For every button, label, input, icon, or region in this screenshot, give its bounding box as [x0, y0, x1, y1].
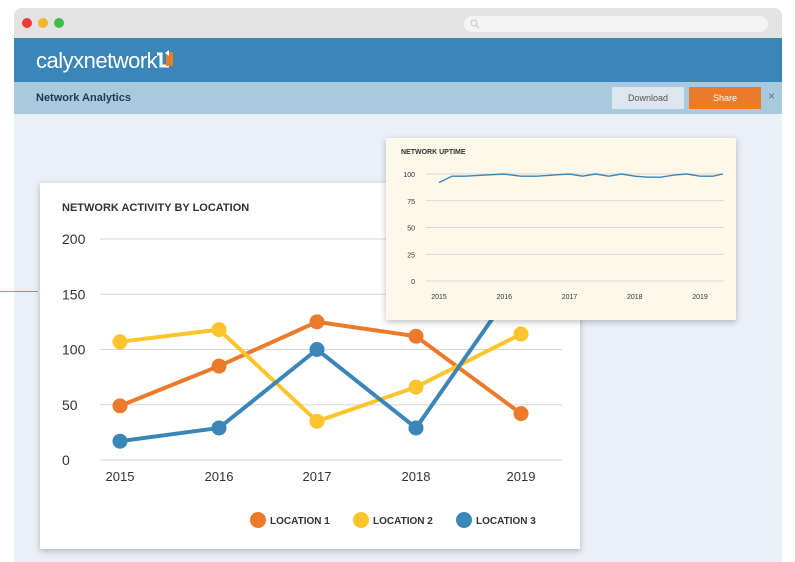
legend-marker: [250, 512, 266, 528]
address-bar[interactable]: [464, 16, 768, 32]
download-button[interactable]: Download: [612, 87, 684, 109]
y-tick-label: 0: [62, 452, 70, 468]
data-point: [309, 413, 325, 429]
y-tick-label: 100: [62, 342, 86, 358]
y-tick-label: 150: [62, 286, 86, 302]
data-point: [513, 326, 529, 342]
x-tick-label: 2018: [402, 469, 431, 484]
x-tick-label: 2018: [627, 294, 643, 301]
data-point: [211, 420, 227, 436]
legend-label: LOCATION 1: [270, 516, 330, 527]
data-point: [309, 342, 325, 357]
search-icon: [470, 19, 480, 29]
data-point: [112, 398, 128, 414]
y-tick-label: 75: [407, 199, 415, 206]
x-tick-label: 2015: [106, 469, 135, 484]
x-tick-label: 2017: [303, 469, 332, 484]
uptime-chart: 0 25 50 75 100 2015 2016 2017 2018 2019: [403, 172, 724, 301]
legend-label: LOCATION 3: [476, 516, 536, 527]
x-tick-label: 2019: [692, 294, 708, 301]
data-point: [112, 433, 128, 449]
minimize-window-button[interactable]: [38, 18, 48, 28]
x-tick-label: 2019: [507, 469, 536, 484]
legend-marker: [353, 512, 369, 528]
uptime-line: [438, 173, 723, 184]
y-tick-label: 0: [411, 279, 415, 286]
title-bar: [14, 8, 782, 38]
page-title: Network Analytics: [36, 92, 131, 104]
data-point: [112, 334, 128, 350]
data-point: [211, 322, 227, 338]
y-tick-label: 50: [62, 397, 78, 413]
data-point: [408, 379, 424, 395]
data-point: [309, 314, 325, 330]
close-icon[interactable]: ×: [768, 89, 775, 103]
x-tick-label: 2017: [562, 294, 578, 301]
legend-label: LOCATION 2: [373, 516, 433, 527]
legend-marker: [456, 512, 472, 528]
uptime-chart-card: NETWORK UPTIME 0 25 50 75 100 2015 2016 2017 201…: [386, 138, 736, 320]
data-point: [513, 406, 529, 422]
data-point: [408, 420, 424, 436]
share-button[interactable]: Share: [689, 87, 761, 109]
page-toolbar: Network Analytics Download Share ×: [14, 82, 782, 114]
y-tick-label: 25: [407, 252, 415, 259]
x-tick-label: 2016: [205, 469, 234, 484]
app-header: calyxnetwork: [14, 38, 782, 82]
x-tick-label: 2015: [431, 294, 447, 301]
data-point: [211, 358, 227, 374]
maximize-window-button[interactable]: [54, 18, 64, 28]
y-tick-label: 50: [407, 226, 415, 233]
accent-line: [0, 291, 38, 292]
x-tick-label: 2016: [496, 294, 512, 301]
brand-logo-icon: [157, 50, 173, 68]
data-point: [408, 328, 424, 344]
brand-name: calyxnetwork: [36, 48, 158, 73]
close-window-button[interactable]: [22, 18, 32, 28]
y-tick-label: 100: [403, 172, 415, 179]
y-tick-label: 200: [62, 231, 86, 247]
